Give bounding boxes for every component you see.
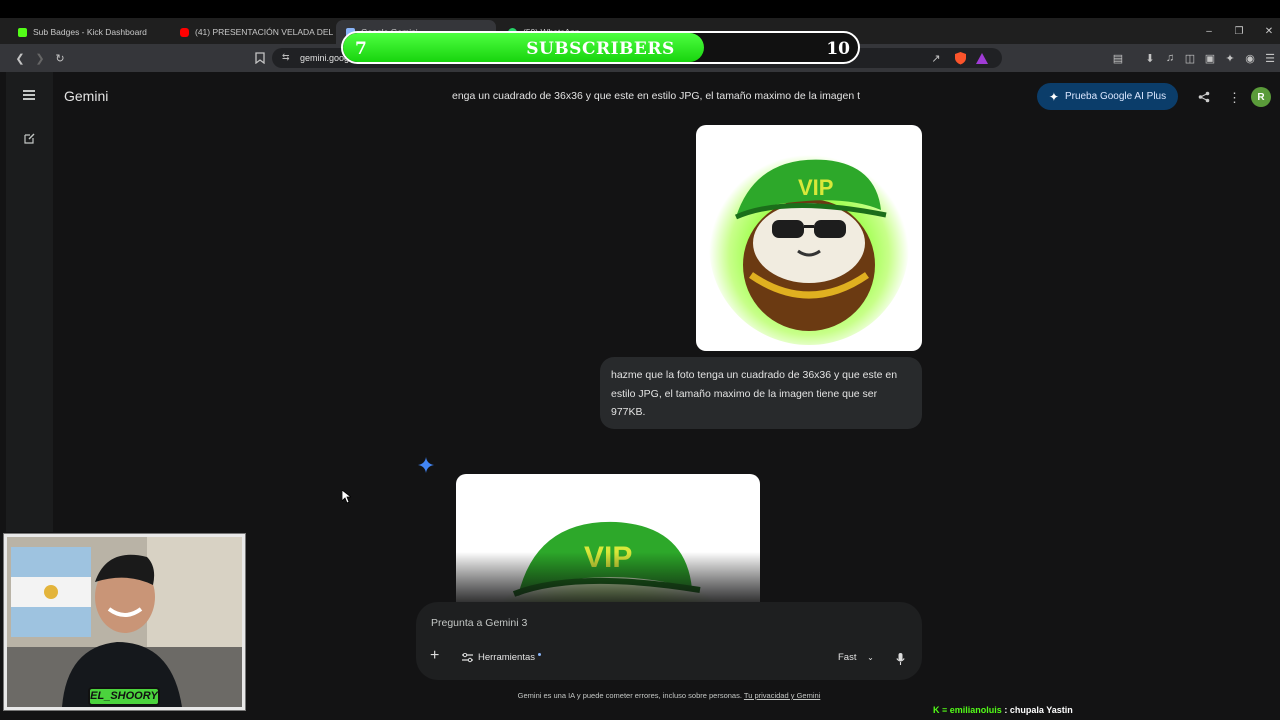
media-icon[interactable]: ♫ — [1162, 50, 1178, 66]
bookmark-icon[interactable] — [252, 50, 268, 66]
subscriber-goal-overlay: 7 SUBSCRIBERS 10 — [341, 31, 860, 64]
new-indicator-dot — [538, 653, 542, 656]
kick-icon: K — [933, 705, 940, 715]
chat-badge-icon: ≡ — [942, 705, 948, 715]
prompt-input[interactable] — [431, 617, 901, 629]
disclaimer-text: Gemini es una IA y puede cometer errores… — [517, 691, 742, 700]
site-info-icon[interactable]: ⇆ — [282, 52, 290, 63]
restore-button[interactable]: ❐ — [1224, 18, 1254, 44]
upgrade-button[interactable]: ✦ Prueba Google AI Plus — [1037, 83, 1178, 110]
webcam-feed — [4, 534, 245, 710]
leo-sidebar-icon[interactable]: ▤ — [1110, 50, 1126, 66]
tab-label: Sub Badges - Kick Dashboard — [33, 27, 147, 37]
download-icon[interactable]: ⬇ — [1142, 50, 1158, 66]
browser-menu-icon[interactable]: ☰ — [1262, 50, 1278, 66]
youtube-icon — [180, 27, 189, 37]
model-selector[interactable]: Fast ⌄ — [838, 652, 874, 663]
share-icon[interactable] — [1198, 90, 1210, 108]
reload-icon[interactable]: ↻ — [52, 50, 68, 66]
subscriber-goal: 10 — [826, 39, 850, 59]
minimize-button[interactable]: – — [1194, 18, 1224, 44]
chat-title: enga un cuadrado de 36x36 y que este en … — [452, 90, 861, 102]
leo-icon[interactable]: ✦ — [1222, 50, 1238, 66]
mouse-cursor-icon — [341, 489, 353, 509]
streamer-name-tag: EL_SHOORY — [88, 687, 160, 706]
tools-icon — [462, 652, 473, 662]
disclaimer: Gemini es una IA y puede cometer errores… — [380, 691, 958, 700]
forward-icon[interactable]: ❯ — [32, 50, 48, 66]
back-icon[interactable]: ❮ — [12, 50, 28, 66]
mic-icon[interactable] — [896, 652, 905, 670]
gemini-sparkle-icon — [418, 457, 434, 478]
vip-text: VIP — [798, 175, 833, 200]
kick-icon — [18, 27, 27, 37]
uploaded-image[interactable]: VIP — [696, 125, 922, 351]
upgrade-label: Prueba Google AI Plus — [1064, 91, 1167, 102]
user-message: hazme que la foto tenga un cuadrado de 3… — [600, 357, 922, 429]
brave-rewards-icon[interactable] — [974, 50, 990, 66]
more-options-icon[interactable]: ⋮ — [1228, 90, 1241, 106]
share-page-icon[interactable]: ↗ — [928, 50, 944, 66]
avatar[interactable]: R — [1251, 87, 1271, 107]
close-window-button[interactable]: ✕ — [1254, 18, 1280, 44]
tools-label: Herramientas — [478, 652, 536, 663]
vpn-icon[interactable]: ◉ — [1242, 50, 1258, 66]
model-label: Fast — [838, 652, 857, 663]
brave-shield-icon[interactable] — [952, 50, 968, 66]
sidebar-icon[interactable]: ◫ — [1182, 50, 1198, 66]
prompt-composer: + Herramientas Fast ⌄ — [416, 602, 922, 680]
app-title[interactable]: Gemini — [64, 88, 108, 104]
chat-text: chupala Yastin — [1009, 705, 1073, 715]
stream-chat-message: K ≡ emilianoluis : chupala Yastin — [933, 705, 1073, 715]
generated-image[interactable]: VIP — [456, 474, 760, 604]
wallet-icon[interactable]: ▣ — [1202, 50, 1218, 66]
new-chat-icon[interactable] — [23, 132, 36, 150]
add-icon[interactable]: + — [430, 647, 439, 665]
menu-icon[interactable] — [23, 90, 35, 100]
tab-sub-badges[interactable]: Sub Badges - Kick Dashboard — [8, 20, 170, 44]
sparkle-icon: ✦ — [1048, 89, 1059, 104]
privacy-link[interactable]: Tu privacidad y Gemini — [744, 691, 820, 700]
chevron-down-icon: ⌄ — [867, 653, 874, 662]
tab-label: (41) PRESENTACIÓN VELADA DEL AÑ — [195, 27, 334, 37]
chat-username: emilianoluis — [949, 705, 1002, 715]
subscriber-label: SUBSCRIBERS — [526, 39, 675, 59]
tools-button[interactable]: Herramientas — [462, 652, 542, 663]
tab-youtube[interactable]: (41) PRESENTACIÓN VELADA DEL AÑ — [170, 20, 334, 44]
